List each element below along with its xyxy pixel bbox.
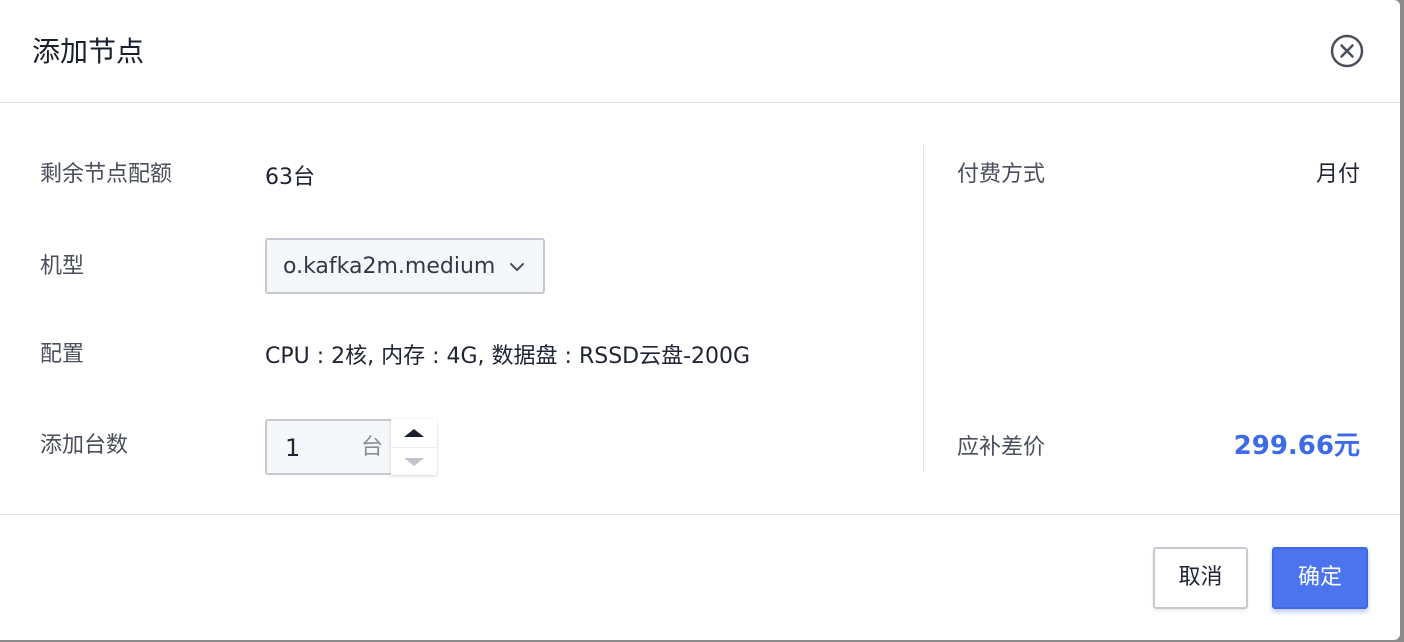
add-count-unit: 台	[361, 435, 384, 460]
confirm-button[interactable]: 确定	[1272, 547, 1368, 609]
config-value: CPU : 2核, 内存 : 4G, 数据盘 : RSSD云盘-200G	[265, 344, 751, 369]
cancel-button[interactable]: 取消	[1153, 547, 1248, 609]
dialog-header: 添加节点	[0, 0, 1400, 103]
add-count-value: 1	[285, 434, 301, 462]
machine-type-select[interactable]: o.kafka2m.medium	[265, 238, 545, 294]
dialog-title: 添加节点	[32, 35, 145, 68]
add-count-label: 添加台数	[40, 433, 129, 458]
add-node-dialog: 添加节点 剩余节点配额 63台 机型 o.kafka2m.medium 配置 C…	[0, 0, 1400, 640]
dialog-body: 剩余节点配额 63台 机型 o.kafka2m.medium 配置 CPU : …	[0, 103, 1400, 515]
price-difference-value: 299.66元	[1233, 431, 1360, 461]
caret-down-icon[interactable]	[391, 447, 437, 475]
add-count-input[interactable]: 1 台	[265, 419, 391, 475]
machine-type-label: 机型	[40, 254, 85, 279]
payment-method-value: 月付	[1315, 162, 1360, 187]
machine-type-value: o.kafka2m.medium	[283, 254, 496, 279]
stepper-buttons	[391, 419, 437, 475]
config-label: 配置	[40, 342, 85, 367]
remaining-quota-value: 63台	[265, 165, 315, 190]
add-count-stepper: 1 台	[265, 419, 437, 475]
chevron-down-icon	[510, 263, 524, 271]
remaining-quota-label: 剩余节点配额	[40, 162, 173, 187]
close-icon[interactable]	[1330, 34, 1364, 68]
caret-up-icon[interactable]	[391, 419, 437, 447]
payment-method-label: 付费方式	[957, 162, 1046, 187]
price-difference-label: 应补差价	[957, 435, 1046, 460]
vertical-divider	[923, 145, 924, 473]
dialog-footer: 取消 确定	[0, 514, 1400, 640]
